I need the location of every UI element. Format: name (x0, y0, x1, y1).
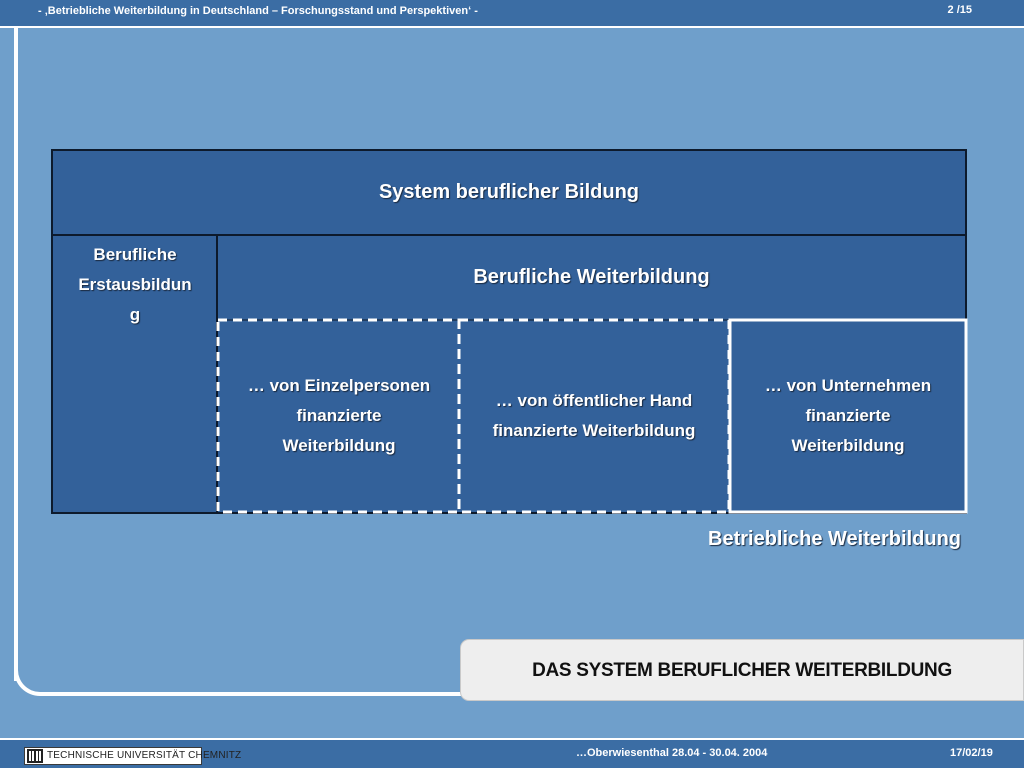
footer-event: …Oberwiesenthal 28.04 - 30.04. 2004 (576, 747, 768, 759)
university-building-icon (27, 749, 43, 763)
erstausbildung-line-1: Berufliche (93, 245, 177, 264)
erstausbildung-line-2: Erstausbildun (78, 275, 192, 294)
weiterbildung-title: Berufliche Weiterbildung (218, 236, 965, 319)
unternehmen-cell: … von Unternehmen finanzierte Weiterbild… (732, 371, 964, 461)
unternehmen-line-2: finanzierte (805, 406, 891, 425)
tu-chemnitz-logo: TECHNISCHE UNIVERSITÄT CHEMNITZ (24, 747, 241, 765)
unternehmen-line-3: Weiterbildung (791, 436, 905, 455)
betriebliche-label: Betriebliche Weiterbildung (708, 528, 961, 550)
system-title: System beruflicher Bildung (53, 151, 965, 234)
oeffentlich-line-1: … von öffentlicher Hand (495, 391, 693, 410)
slide-title-box: DAS SYSTEM BERUFLICHER WEITERBILDUNG (461, 640, 1023, 700)
einzel-line-3: Weiterbildung (282, 436, 396, 455)
einzel-line-1: … von Einzelpersonen (247, 376, 431, 395)
oeffentlich-line-2: finanzierte Weiterbildung (492, 421, 696, 440)
weiterbildung-title-text: Berufliche Weiterbildung (473, 266, 710, 288)
einzel-line-2: finanzierte (296, 406, 382, 425)
einzelpersonen-cell: … von Einzelpersonen finanzierte Weiterb… (221, 371, 457, 461)
system-title-text: System beruflicher Bildung (378, 181, 640, 203)
erstausbildung-cell: Berufliche Erstausbildun g (53, 240, 217, 510)
erstausbildung-line-3: g (129, 305, 141, 324)
unternehmen-line-1: … von Unternehmen (764, 376, 932, 395)
slide-title: DAS SYSTEM BERUFLICHER WEITERBILDUNG (532, 660, 952, 681)
oeffentlich-cell: … von öffentlicher Hand finanzierte Weit… (461, 386, 727, 446)
footer-date: 17/02/19 (950, 747, 993, 759)
logo-text: TECHNISCHE UNIVERSITÄT CHEMNITZ (47, 750, 242, 761)
